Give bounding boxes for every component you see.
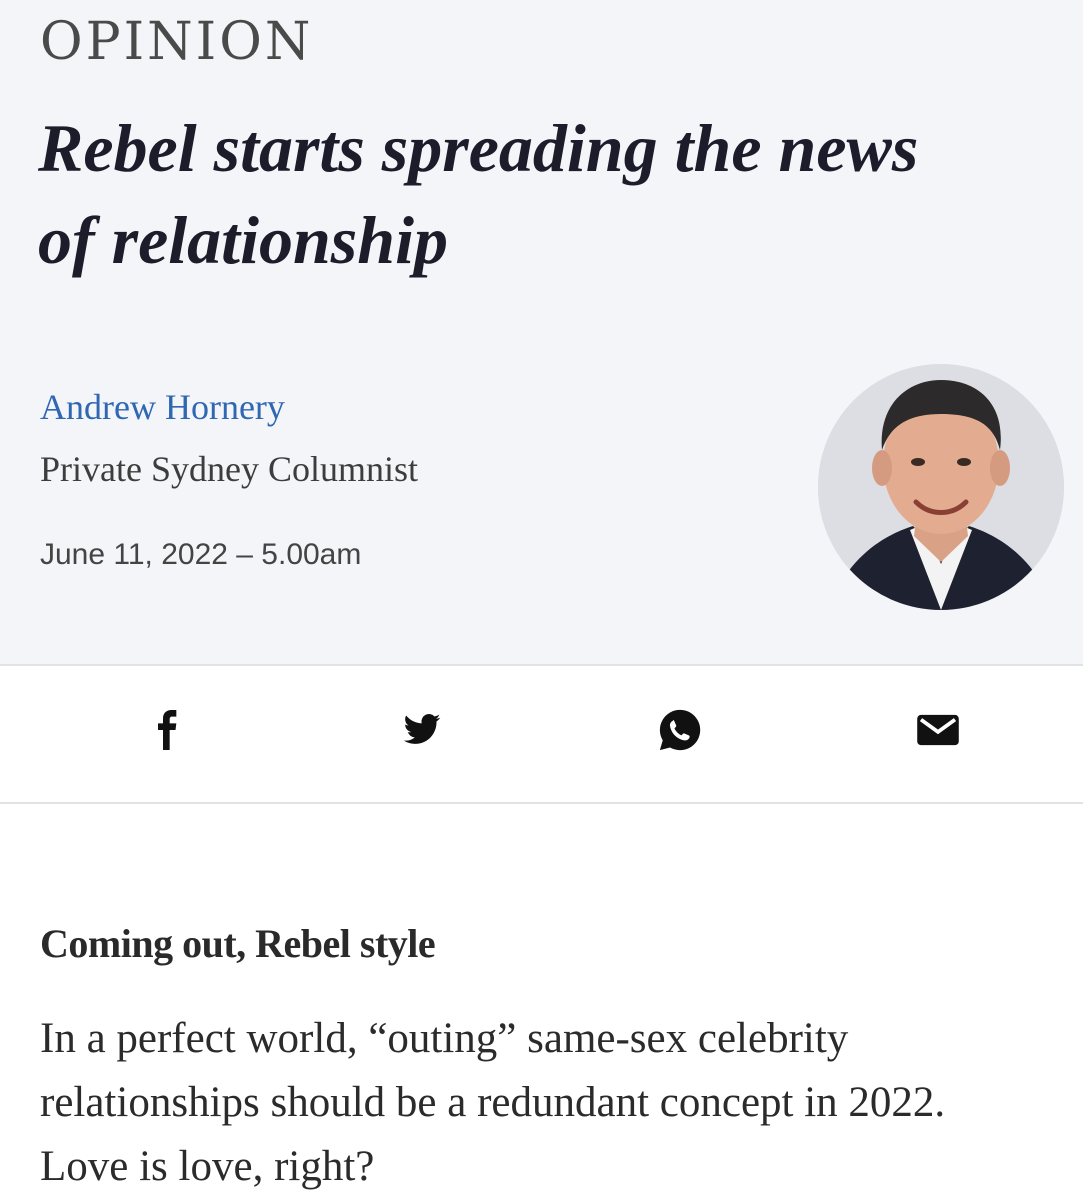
author-role: Private Sydney Columnist [40, 449, 418, 489]
facebook-share-button[interactable] [136, 698, 200, 762]
author-portrait [818, 364, 1064, 610]
author-link[interactable]: Andrew Hornery [40, 386, 285, 428]
article-paragraph: In a perfect world, “outing” same-sex ce… [40, 1015, 946, 1190]
article-header: OPINION Rebel starts spreading the news … [0, 0, 1083, 666]
section-label[interactable]: OPINION [40, 12, 313, 72]
facebook-icon [158, 710, 177, 750]
email-share-button[interactable] [906, 698, 970, 762]
twitter-icon [403, 714, 441, 744]
article-subheading: Coming out, Rebel style [40, 921, 436, 966]
whatsapp-share-button[interactable] [648, 698, 712, 762]
author-avatar[interactable] [818, 364, 1064, 610]
headline: Rebel starts spreading the news of relat… [38, 110, 919, 278]
article-body: Coming out, Rebel style In a perfect wor… [40, 920, 1040, 1199]
share-bar [0, 666, 1083, 804]
whatsapp-icon [659, 709, 701, 751]
twitter-share-button[interactable] [390, 698, 454, 762]
publish-date: June 11, 2022 – 5.00am [40, 538, 362, 571]
email-icon [917, 714, 959, 746]
